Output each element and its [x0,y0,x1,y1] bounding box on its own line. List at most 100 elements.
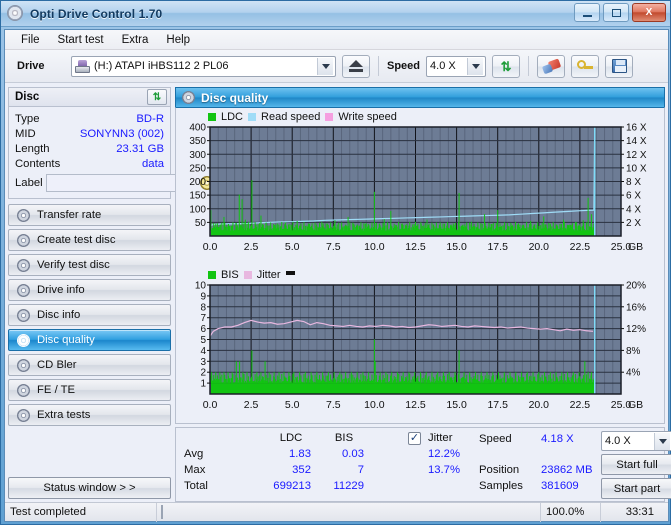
chevron-down-icon[interactable] [317,57,333,75]
svg-text:16 X: 16 X [626,123,647,134]
svg-text:7.5: 7.5 [326,241,341,253]
status-window-button[interactable]: Status window > > [8,477,171,499]
stats-speed-select[interactable]: 4.0 X [601,431,671,451]
nav-list: Transfer rate Create test disc Verify te… [8,204,171,426]
sidebar-item-label: CD Bler [37,359,77,371]
svg-text:12.5: 12.5 [405,399,426,411]
disc-icon [17,233,30,247]
svg-text:4 X: 4 X [626,204,641,215]
legend-label-bis: BIS [221,269,239,281]
sidebar-item-verify-test-disc[interactable]: Verify test disc [8,254,171,276]
menu-file[interactable]: File [13,32,48,48]
menu-bar: File Start test Extra Help [5,30,668,50]
svg-text:6: 6 [200,324,206,335]
sidebar-item-transfer-rate[interactable]: Transfer rate [8,204,171,226]
svg-text:350: 350 [189,136,206,147]
speed-select[interactable]: 4.0 X [426,55,487,77]
drive-select[interactable]: (H:) ATAPI iHBS112 2 PL06 [71,55,336,77]
refresh-button[interactable]: ⇅ [492,54,521,78]
sidebar-item-create-test-disc[interactable]: Create test disc [8,229,171,251]
stats-col-ldc: LDC [279,432,303,444]
start-part-button[interactable]: Start part [601,478,671,499]
erase-button[interactable] [537,54,566,78]
disc-row-contents: Contents data [15,156,164,171]
svg-text:6 X: 6 X [626,191,641,202]
close-button[interactable]: X [632,3,666,22]
eraser-icon [541,57,561,74]
stats-row-max-jitter: 13.7% [427,464,460,476]
legend-swatch-ldc [208,113,216,121]
ldc-chart-legend: LDC Read speed Write speed [180,111,660,123]
progress-percent-text: 100.0% [540,502,600,522]
svg-text:200: 200 [189,177,206,188]
start-full-button[interactable]: Start full [601,454,671,475]
disc-refresh-button[interactable]: ⇅ [147,89,167,105]
svg-text:7.5: 7.5 [326,399,341,411]
svg-text:0.0: 0.0 [203,241,218,253]
jitter-checkbox[interactable]: ✓ [408,432,421,445]
legend-swatch-bis [208,271,216,279]
save-button[interactable] [605,54,634,78]
svg-text:20.0: 20.0 [529,399,550,411]
stats-col-bis: BIS [334,432,354,444]
svg-text:100: 100 [189,204,206,215]
bis-jitter-chart[interactable]: 1 2 3 4 5 6 7 8 9 10 4% 8% 12% 16% 20% 0.0 2.5 5.0 7.5 10.0… [180,281,660,424]
progress-bar [157,503,540,522]
menu-extra[interactable]: Extra [114,32,157,48]
stats-row-avg-bis: 0.03 [342,448,364,460]
legend-swatch-extra [285,270,295,275]
sidebar-item-extra-tests[interactable]: Extra tests [8,404,171,426]
stats-panel: LDC BIS ✓ Jitter Avg 1.83 0.03 12.2% Max… [175,427,671,502]
svg-text:20%: 20% [626,281,646,292]
menu-help[interactable]: Help [158,32,198,48]
stats-speed-select-value: 4.0 X [605,435,631,447]
svg-text:0.0: 0.0 [203,399,218,411]
sidebar-item-label: Create test disc [37,234,116,246]
toolbar: Drive (H:) ATAPI iHBS112 2 PL06 Speed 4.… [5,50,668,83]
svg-text:22.5: 22.5 [570,241,591,253]
disc-icon [17,358,30,372]
svg-text:10 X: 10 X [626,163,647,174]
legend-swatch-read-speed [248,113,257,121]
ldc-chart[interactable]: 50 100 150 200 250 300 350 400 2 X 4 X 6 X 8 X 10 X 1… [180,123,660,266]
chevron-down-icon[interactable] [654,432,670,450]
app-window: Opti Drive Control 1.70 X File Start tes… [0,0,671,525]
svg-text:5.0: 5.0 [285,399,300,411]
svg-text:9: 9 [200,291,206,302]
svg-text:12%: 12% [626,324,646,335]
disc-label-input[interactable] [45,174,196,192]
sidebar-item-label: Transfer rate [37,209,102,221]
sidebar-item-drive-info[interactable]: Drive info [8,279,171,301]
menu-start-test[interactable]: Start test [50,32,112,48]
disc-icon [17,208,30,222]
sidebar-item-disc-info[interactable]: Disc info [8,304,171,326]
disc-icon [17,383,30,397]
disc-row-length-value: 23.31 GB [116,142,164,155]
svg-text:150: 150 [189,191,206,202]
sidebar-item-cd-bler[interactable]: CD Bler [8,354,171,376]
svg-text:400: 400 [189,123,206,134]
stats-row-avg-key: Avg [184,448,204,460]
sidebar-item-label: Disc info [37,309,81,321]
disc-row-length-key: Length [15,142,50,155]
svg-text:15.0: 15.0 [446,241,467,253]
legend-label-ldc: LDC [221,111,244,123]
eject-button[interactable] [342,54,370,78]
disc-icon [17,408,30,422]
key-button[interactable] [571,54,600,78]
drive-label: Drive [17,60,45,72]
charts-container: LDC Read speed Write speed 50 100 150 200 25… [175,107,665,424]
svg-text:3: 3 [200,357,206,368]
maximize-button[interactable] [603,3,629,22]
svg-text:GB: GB [628,399,643,411]
disc-icon [17,283,30,297]
toolbar-separator-2 [528,56,530,76]
sidebar-item-fe-te[interactable]: FE / TE [8,379,171,401]
chevron-down-icon[interactable] [467,57,484,75]
disc-panel-header: Disc ⇅ [8,87,171,106]
stats-row-avg-jitter: 12.2% [427,448,460,460]
stats-row-max-key: Max [184,464,206,476]
minimize-button[interactable] [574,3,600,22]
disc-row-length: Length 23.31 GB [15,141,164,156]
sidebar-item-disc-quality[interactable]: Disc quality [8,329,171,351]
